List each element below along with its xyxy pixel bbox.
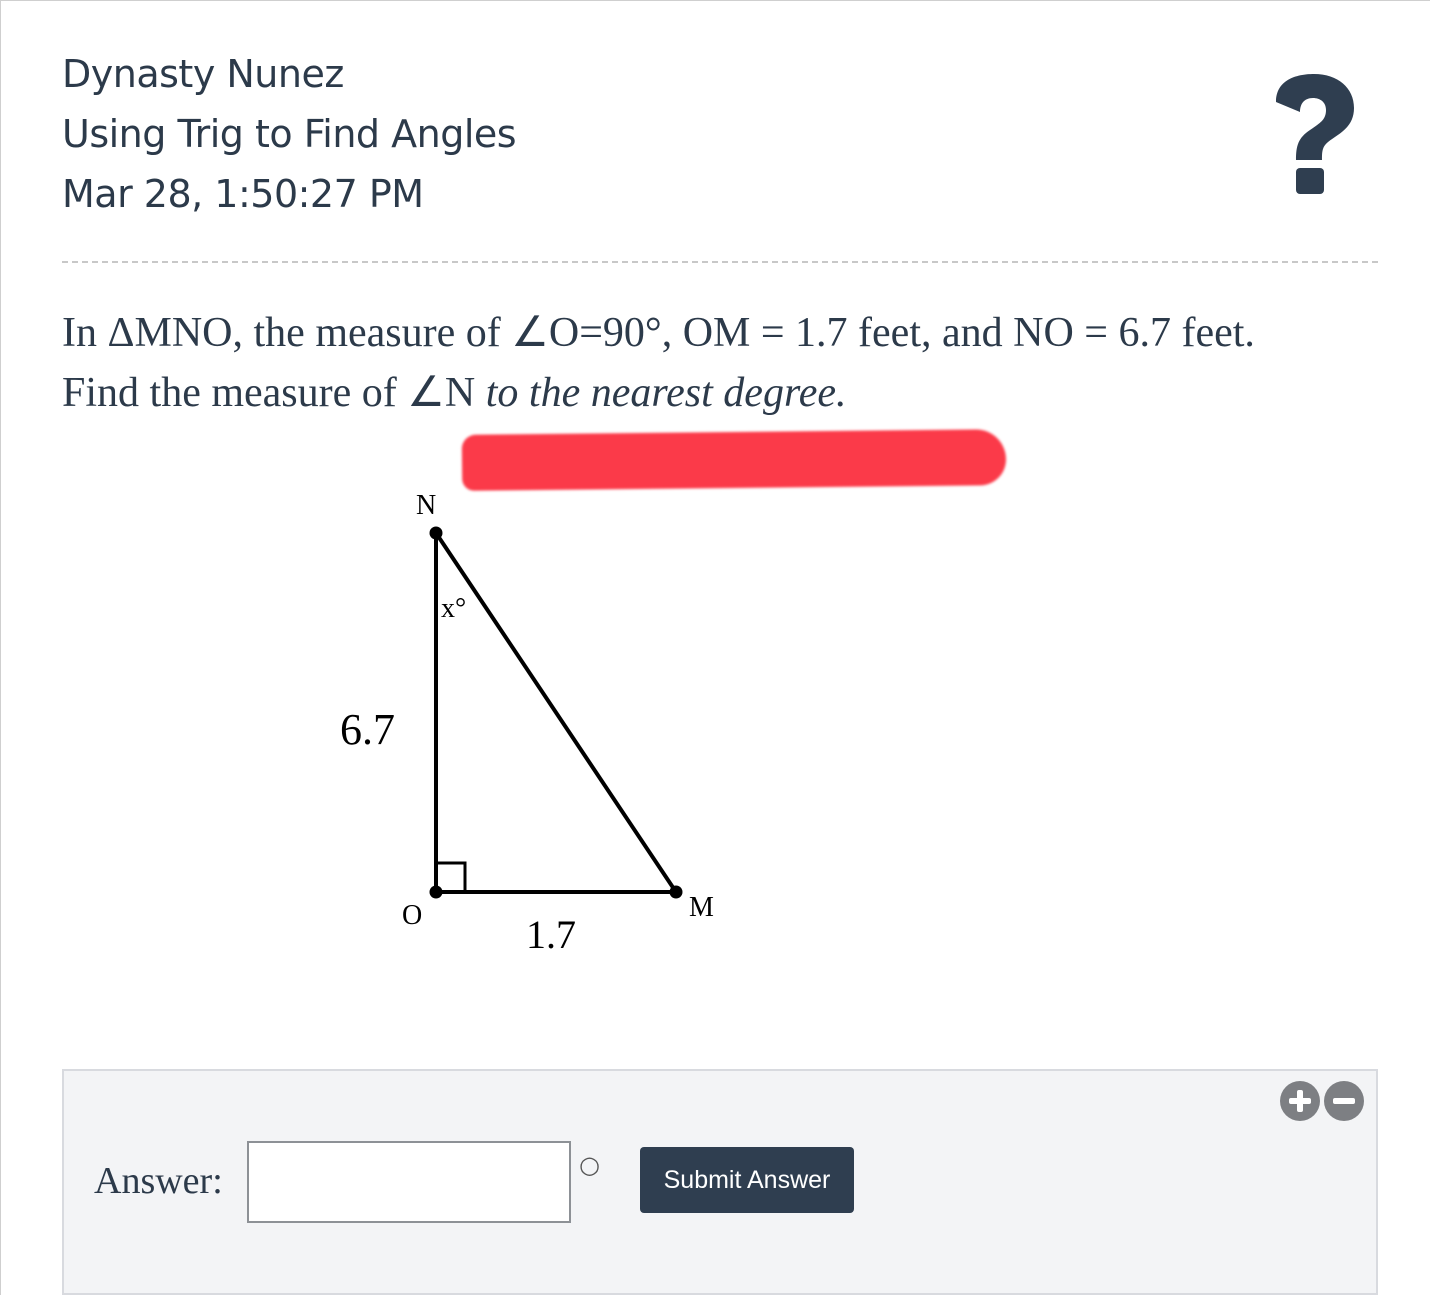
angle-x-label: x° (441, 593, 466, 624)
side-nm-line (434, 531, 678, 894)
question-text: In ΔMNO, the measure of ∠O=90°, OM = 1.7… (62, 303, 1382, 423)
question-line-1: In ΔMNO, the measure of ∠O=90°, OM = 1.7… (62, 310, 1255, 356)
answer-panel: Answer: ○ Submit Answer (62, 1069, 1378, 1295)
vertex-m-dot (669, 885, 683, 899)
question-mark-icon[interactable] (1262, 70, 1362, 200)
question-line-2: Find the measure of ∠N to the nearest de… (62, 363, 1382, 423)
side-om-label: 1.7 (526, 912, 576, 957)
submit-answer-button[interactable]: Submit Answer (640, 1147, 854, 1213)
vertex-o-dot (429, 885, 443, 899)
assignment-title: Using Trig to Find Angles (62, 112, 517, 156)
student-name: Dynasty Nunez (62, 52, 344, 96)
zoom-controls (1280, 1081, 1370, 1125)
vertex-n-label: N (416, 490, 436, 521)
vertex-n-dot (429, 526, 443, 540)
timestamp: Mar 28, 1:50:27 PM (62, 172, 424, 216)
header-divider (62, 261, 1378, 263)
degree-symbol: ○ (579, 1151, 600, 1179)
triangle-diagram: N O M x° 6.7 1.7 (300, 480, 760, 980)
answer-label: Answer: (94, 1160, 223, 1202)
minus-circle-icon[interactable] (1324, 1081, 1364, 1121)
question-line-2-text: Find the measure of ∠N (62, 370, 476, 416)
question-line-2-italic: to the nearest degree. (475, 370, 847, 416)
vertex-m-label: M (689, 892, 714, 923)
vertex-o-label: O (402, 900, 422, 931)
plus-circle-icon[interactable] (1280, 1081, 1320, 1121)
side-no-label: 6.7 (340, 705, 395, 754)
answer-input[interactable] (247, 1141, 571, 1223)
